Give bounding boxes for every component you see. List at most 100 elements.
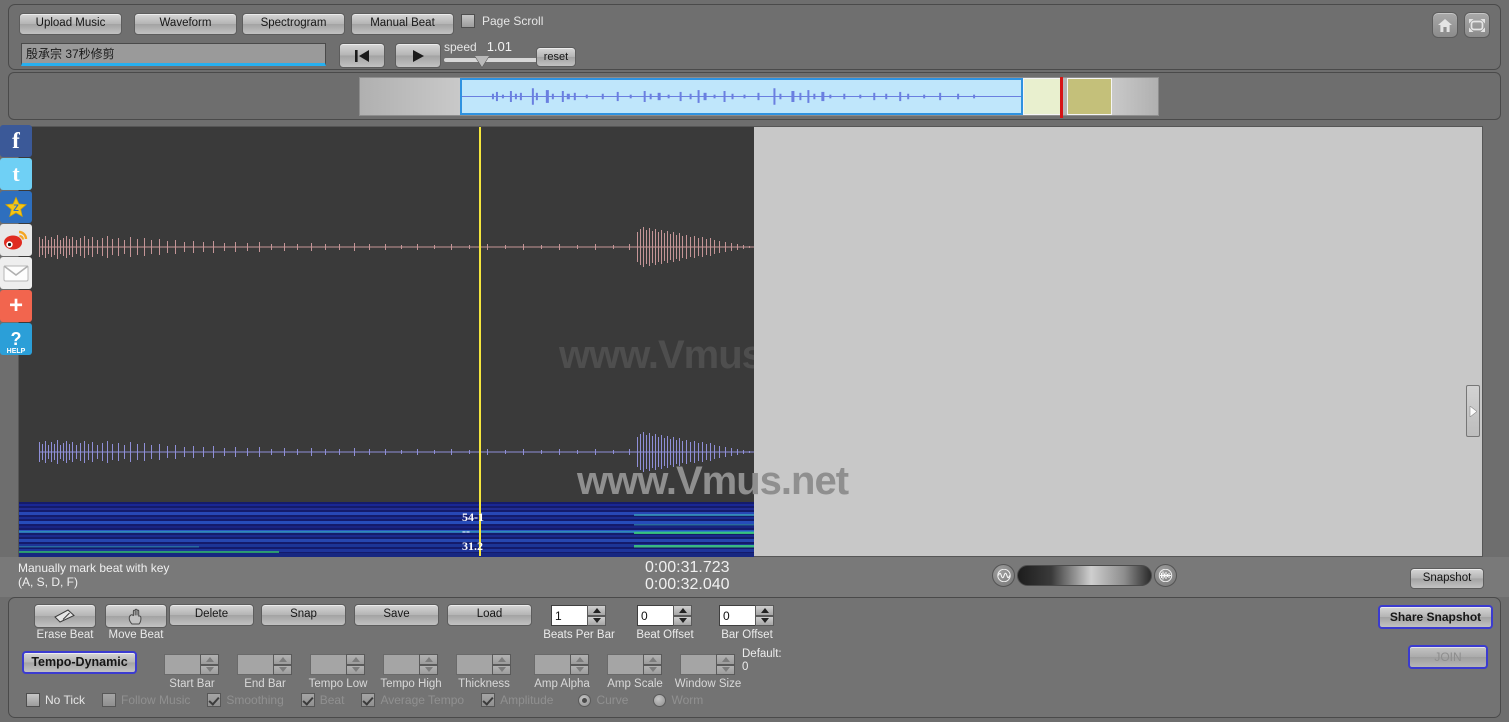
end-bar-up	[273, 654, 292, 665]
upload-music-button[interactable]: Upload Music	[19, 13, 122, 35]
amplitude-label: Amplitude	[500, 693, 554, 707]
overview-scrollbar[interactable]	[359, 77, 1159, 118]
share-snapshot-button[interactable]: Share Snapshot	[1378, 605, 1493, 629]
hand-drag-icon	[128, 608, 142, 624]
facebook-share-icon[interactable]: f	[0, 125, 32, 157]
beat-offset-down[interactable]	[673, 615, 692, 626]
follow-music-checkbox	[102, 693, 117, 707]
amp-scale-up	[643, 654, 662, 665]
analysis-stage[interactable]: www.Vmus.net www.Vmus.net	[18, 126, 1483, 557]
beats-per-bar-label: Beats Per Bar	[543, 629, 615, 641]
beats-per-bar-down[interactable]	[587, 615, 606, 626]
snapshot-button[interactable]: Snapshot	[1410, 568, 1484, 589]
overview-region-pale[interactable]	[1023, 78, 1063, 115]
end-bar-spinner: End Bar	[237, 654, 292, 690]
option-average-tempo: Average Tempo	[361, 693, 464, 707]
beats-per-bar-input[interactable]	[551, 605, 587, 626]
overview-right-track[interactable]	[1112, 78, 1158, 115]
default-label: Default:	[742, 648, 782, 660]
help-icon[interactable]: ? HELP	[0, 323, 32, 355]
snap-button[interactable]: Snap	[261, 604, 346, 626]
speed-slider[interactable]	[444, 56, 539, 67]
tempo-dynamic-button[interactable]: Tempo-Dynamic	[22, 651, 137, 674]
spectro-label-top: 54-1	[462, 510, 484, 524]
move-beat-button[interactable]	[105, 604, 167, 628]
page-scroll-checkbox[interactable]	[461, 14, 475, 28]
end-bar-input	[237, 654, 273, 675]
overview-region-olive[interactable]	[1067, 78, 1112, 115]
overview-waveform-icon	[462, 88, 1021, 105]
envelope-icon	[3, 264, 29, 281]
beats-per-bar-spinner[interactable]: Beats Per Bar	[543, 605, 615, 641]
speed-label: speed	[444, 40, 477, 54]
chevron-right-icon	[1469, 405, 1477, 417]
curve-label: Curve	[596, 693, 629, 707]
track-title-input[interactable]	[21, 43, 326, 66]
email-share-icon[interactable]	[0, 257, 32, 289]
watermark-dark: www.Vmus.net	[559, 333, 754, 377]
overview-left-track[interactable]	[360, 78, 460, 115]
beat-offset-up[interactable]	[673, 605, 692, 616]
bar-offset-down[interactable]	[755, 615, 774, 626]
thickness-up	[492, 654, 511, 665]
sine-wave-icon[interactable]	[992, 564, 1015, 587]
beat-label: Beat	[319, 693, 345, 707]
no-tick-checkbox[interactable]	[26, 693, 40, 707]
beats-per-bar-up[interactable]	[587, 605, 606, 616]
watermark-dark-mask: www.Vmus.net	[19, 127, 754, 558]
page-scroll-label: Page Scroll	[482, 14, 544, 28]
reset-speed-button[interactable]: reset	[536, 47, 576, 67]
tempo-low-input	[310, 654, 346, 675]
join-button[interactable]: JOIN	[1408, 645, 1488, 669]
bar-offset-input[interactable]	[719, 605, 755, 626]
option-amplitude: Amplitude	[481, 693, 553, 707]
bar-offset-spinner[interactable]: Bar Offset	[719, 605, 774, 641]
fullscreen-icon	[1469, 18, 1485, 32]
status-hint-line2: (A, S, D, F)	[18, 575, 78, 589]
weibo-share-icon[interactable]	[0, 224, 32, 256]
play-button[interactable]	[395, 43, 441, 68]
save-button[interactable]: Save	[354, 604, 439, 626]
no-tick-label: No Tick	[45, 693, 86, 707]
waveform-button[interactable]: Waveform	[134, 13, 237, 35]
spectrogram-button[interactable]: Spectrogram	[242, 13, 345, 35]
move-beat-label: Move Beat	[108, 629, 164, 641]
playhead-line[interactable]	[479, 127, 481, 556]
start-bar-up	[200, 654, 219, 665]
end-bar-down	[273, 664, 292, 675]
manual-beat-button[interactable]: Manual Beat	[351, 13, 454, 35]
vmus-app-window: Upload Music Waveform Spectrogram Manual…	[0, 0, 1509, 722]
amplitude-checkbox	[481, 693, 496, 707]
speed-slider-thumb[interactable]	[475, 56, 489, 67]
amp-scale-input	[607, 654, 643, 675]
star-share-icon[interactable]: Z	[0, 191, 32, 223]
beat-offset-spinner[interactable]: Beat Offset	[636, 605, 694, 641]
bar-offset-up[interactable]	[755, 605, 774, 616]
waveform-morph-slider[interactable]	[1017, 565, 1152, 586]
amp-alpha-up	[570, 654, 589, 665]
skip-to-start-button[interactable]	[339, 43, 385, 68]
more-share-icon[interactable]: +	[0, 290, 32, 322]
status-hint: Manually mark beat with key (A, S, D, F)	[18, 561, 169, 589]
bar-offset-label: Bar Offset	[721, 629, 773, 641]
panel-collapse-handle[interactable]	[1466, 385, 1480, 437]
delete-button[interactable]: Delete	[169, 604, 254, 626]
amp-scale-down	[643, 664, 662, 675]
beat-offset-input[interactable]	[637, 605, 673, 626]
default-value: 0	[742, 661, 749, 673]
option-no-tick[interactable]: No Tick	[26, 693, 85, 707]
twitter-share-icon[interactable]: t	[0, 158, 32, 190]
page-scroll-option: Page Scroll	[461, 14, 543, 28]
audio-waveform-icon[interactable]	[1154, 564, 1177, 587]
smoothing-label: Smoothing	[226, 693, 284, 707]
window-size-down	[716, 664, 735, 675]
fullscreen-button[interactable]	[1464, 12, 1490, 38]
window-size-spinner: Window Size	[675, 654, 741, 690]
curve-radio	[578, 693, 592, 707]
window-size-input	[680, 654, 716, 675]
overview-selection[interactable]	[460, 78, 1023, 115]
erase-beat-button[interactable]	[34, 604, 96, 628]
overview-playhead-marker[interactable]	[1060, 77, 1063, 118]
home-button[interactable]	[1432, 12, 1458, 38]
load-button[interactable]: Load	[447, 604, 532, 626]
